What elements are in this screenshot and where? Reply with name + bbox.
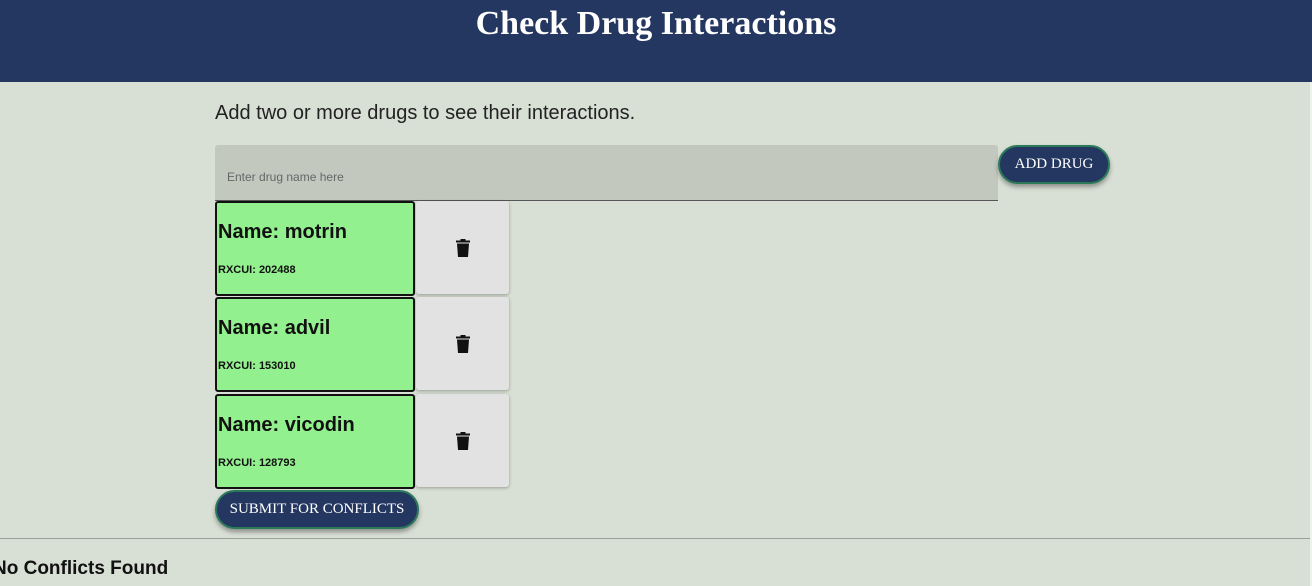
drug-item: Name: motrin RXCUI: 202488 <box>215 201 509 296</box>
drug-card: Name: advil RXCUI: 153010 <box>215 297 415 392</box>
drug-name-input[interactable] <box>215 145 998 200</box>
drug-card: Name: vicodin RXCUI: 128793 <box>215 394 415 489</box>
drug-rxcui: RXCUI: 202488 <box>218 264 296 276</box>
drug-name: Name: advil <box>218 317 331 339</box>
submit-for-conflicts-button[interactable]: SUBMIT FOR CONFLICTS <box>215 490 419 529</box>
drug-search-field[interactable] <box>215 145 998 201</box>
page-title: Check Drug Interactions <box>475 5 837 42</box>
trash-icon <box>455 334 470 353</box>
drug-item: Name: vicodin RXCUI: 128793 <box>215 394 509 489</box>
drug-card: Name: motrin RXCUI: 202488 <box>215 201 415 296</box>
delete-drug-button[interactable] <box>416 297 509 390</box>
intro-text: Add two or more drugs to see their inter… <box>215 102 636 124</box>
drug-name: Name: motrin <box>218 221 347 243</box>
result-text: No Conflicts Found <box>0 558 169 579</box>
trash-icon <box>455 431 470 450</box>
trash-icon <box>455 238 470 257</box>
drug-rxcui: RXCUI: 153010 <box>218 360 296 372</box>
add-drug-button[interactable]: ADD DRUG <box>998 145 1110 184</box>
page-header: Check Drug Interactions <box>0 0 1312 82</box>
delete-drug-button[interactable] <box>416 394 509 487</box>
divider <box>0 538 1312 539</box>
drug-rxcui: RXCUI: 128793 <box>218 457 296 469</box>
drug-name: Name: vicodin <box>218 414 355 436</box>
drug-item: Name: advil RXCUI: 153010 <box>215 297 509 392</box>
delete-drug-button[interactable] <box>416 201 509 294</box>
